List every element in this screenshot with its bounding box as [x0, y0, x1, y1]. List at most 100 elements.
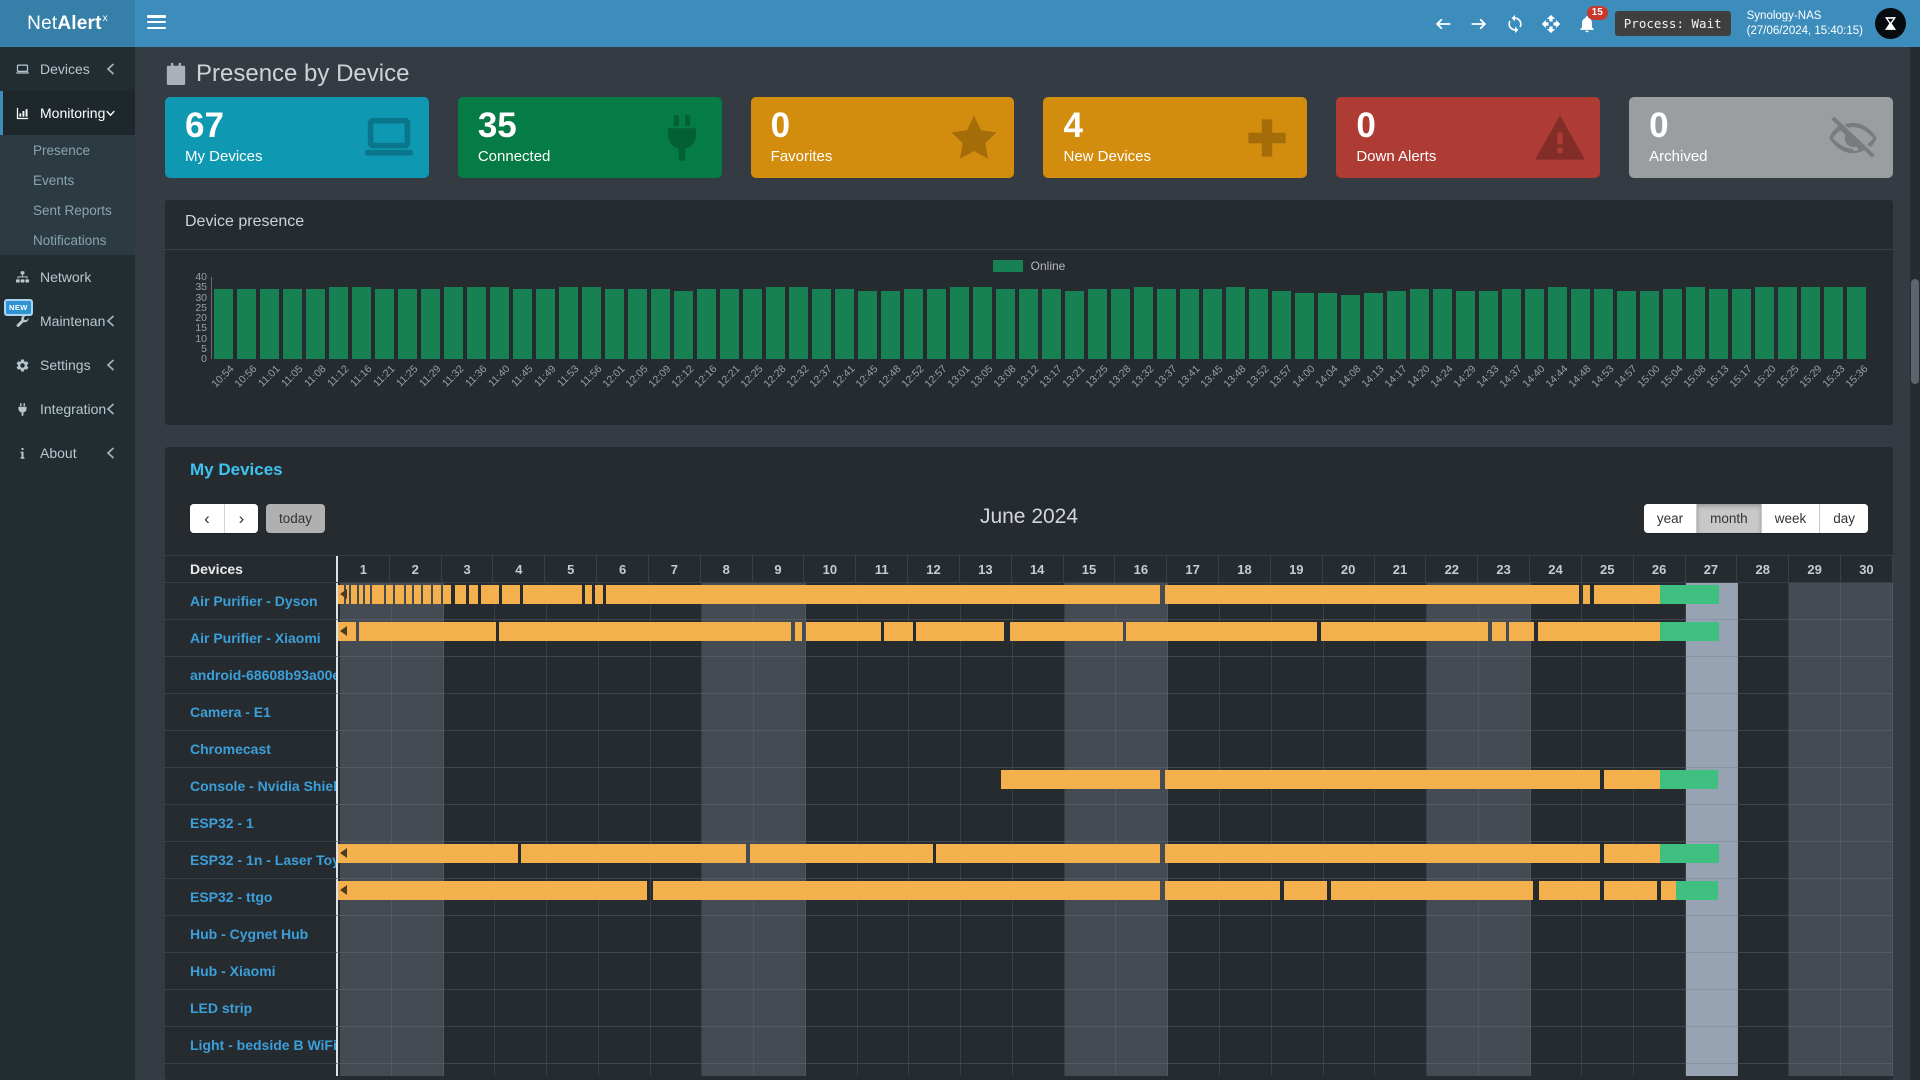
online-bar-segment[interactable] [1010, 622, 1123, 641]
online-bar-segment[interactable] [1126, 622, 1317, 641]
online-now-bar-segment[interactable] [1660, 844, 1720, 863]
online-bar-segment[interactable] [750, 844, 933, 863]
sidebar-toggle-icon[interactable] [147, 15, 166, 31]
device-name-link[interactable] [165, 1064, 338, 1076]
online-bar-segment[interactable] [585, 585, 592, 604]
page-scrollbar-thumb[interactable] [1911, 279, 1919, 384]
online-bar-segment[interactable] [1604, 844, 1660, 863]
back-icon[interactable] [1433, 14, 1453, 34]
app-logo[interactable]: NetAlertx [0, 0, 135, 47]
online-bar-segment[interactable] [1509, 622, 1534, 641]
stat-card-down-alerts[interactable]: 0Down Alerts [1336, 97, 1600, 178]
view-button-month[interactable]: month [1696, 504, 1761, 533]
stat-card-archived[interactable]: 0Archived [1629, 97, 1893, 178]
online-bar-segment[interactable] [1539, 881, 1599, 900]
stat-card-connected[interactable]: 35Connected [458, 97, 722, 178]
device-name-link[interactable]: Console - Nvidia Shield T [165, 768, 338, 805]
stat-card-new-devices[interactable]: 4New Devices [1043, 97, 1307, 178]
sidebar-item-devices[interactable]: Devices [0, 47, 135, 91]
online-bar-segment[interactable] [806, 622, 882, 641]
refresh-icon[interactable] [1505, 14, 1525, 34]
sidebar-item-settings[interactable]: Settings [0, 343, 135, 387]
forward-icon[interactable] [1469, 14, 1489, 34]
online-bar-segment[interactable] [469, 585, 478, 604]
online-bar-segment[interactable] [395, 585, 404, 604]
online-bar-segment[interactable] [1165, 881, 1280, 900]
online-now-bar-segment[interactable] [1676, 881, 1717, 900]
stat-card-favorites[interactable]: 0Favorites [751, 97, 1015, 178]
page-scrollbar[interactable] [1910, 47, 1920, 1080]
online-bar-segment[interactable] [1321, 622, 1488, 641]
online-bar-segment[interactable] [1001, 770, 1160, 789]
sidebar-item-monitoring[interactable]: Monitoring [0, 91, 135, 135]
device-name-link[interactable]: Hub - Xiaomi [165, 953, 338, 990]
bell-icon[interactable]: 15 [1577, 14, 1597, 34]
online-bar-segment[interactable] [1165, 585, 1579, 604]
online-bar-segment[interactable] [365, 585, 370, 604]
online-bar-segment[interactable] [359, 585, 363, 604]
device-name-link[interactable]: Air Purifier - Xiaomi [165, 620, 338, 657]
online-bar-segment[interactable] [386, 585, 393, 604]
sidebar-item-sent-reports[interactable]: Sent Reports [0, 195, 135, 225]
online-bar-segment[interactable] [884, 622, 913, 641]
sidebar-item-about[interactable]: About [0, 431, 135, 475]
online-bar-segment[interactable] [1661, 881, 1677, 900]
online-bar-segment[interactable] [406, 585, 411, 604]
user-avatar[interactable] [1875, 8, 1906, 39]
online-bar-segment[interactable] [1583, 585, 1590, 604]
online-bar-segment[interactable] [1604, 770, 1660, 789]
online-bar-segment[interactable] [1165, 770, 1600, 789]
view-button-day[interactable]: day [1819, 504, 1868, 533]
online-bar-segment[interactable] [338, 844, 518, 863]
device-name-link[interactable]: ESP32 - 1 [165, 805, 338, 842]
online-bar-segment[interactable] [1538, 622, 1659, 641]
online-bar-segment[interactable] [521, 844, 746, 863]
online-bar-segment[interactable] [1604, 881, 1657, 900]
online-now-bar-segment[interactable] [1660, 770, 1718, 789]
view-button-year[interactable]: year [1644, 504, 1696, 533]
online-bar-segment[interactable] [499, 622, 791, 641]
device-name-link[interactable]: Camera - E1 [165, 694, 338, 731]
device-name-link[interactable]: Air Purifier - Dyson [165, 583, 338, 620]
move-icon[interactable] [1541, 14, 1561, 34]
online-bar-segment[interactable] [1331, 881, 1533, 900]
device-name-link[interactable]: Hub - Cygnet Hub [165, 916, 338, 953]
online-bar-segment[interactable] [443, 585, 451, 604]
device-name-link[interactable]: android-68608b93a00e4 [165, 657, 338, 694]
online-bar-segment[interactable] [1492, 622, 1507, 641]
online-bar-segment[interactable] [372, 585, 383, 604]
online-bar-segment[interactable] [1594, 585, 1659, 604]
sidebar-item-presence[interactable]: Presence [0, 135, 135, 165]
view-button-week[interactable]: week [1761, 504, 1820, 533]
sidebar-item-events[interactable]: Events [0, 165, 135, 195]
sidebar-item-integrations[interactable]: Integrations [0, 387, 135, 431]
online-bar-segment[interactable] [502, 585, 521, 604]
online-bar-segment[interactable] [455, 585, 465, 604]
online-bar-segment[interactable] [795, 622, 802, 641]
online-bar-segment[interactable] [351, 585, 356, 604]
online-now-bar-segment[interactable] [1660, 622, 1720, 641]
online-now-bar-segment[interactable] [1660, 585, 1720, 604]
online-bar-segment[interactable] [523, 585, 582, 604]
online-bar-segment[interactable] [916, 622, 1003, 641]
device-name-link[interactable]: LED strip [165, 990, 338, 1027]
online-bar-segment[interactable] [595, 585, 603, 604]
online-bar-segment[interactable] [481, 585, 499, 604]
online-bar-segment[interactable] [606, 585, 1160, 604]
online-bar-segment[interactable] [653, 881, 1160, 900]
online-bar-segment[interactable] [414, 585, 421, 604]
online-bar-segment[interactable] [433, 585, 440, 604]
device-name-link[interactable]: Light - bedside B WiFi [165, 1027, 338, 1064]
online-bar-segment[interactable] [1165, 844, 1600, 863]
stat-card-my-devices[interactable]: 67My Devices [165, 97, 429, 178]
device-name-link[interactable]: ESP32 - ttgo [165, 879, 338, 916]
device-name-link[interactable]: ESP32 - 1n - Laser Toy [165, 842, 338, 879]
sidebar-item-notifications[interactable]: Notifications [0, 225, 135, 255]
online-bar-segment[interactable] [359, 622, 496, 641]
online-bar-segment[interactable] [423, 585, 431, 604]
sidebar-item-network[interactable]: Network [0, 255, 135, 299]
device-name-link[interactable]: Chromecast [165, 731, 338, 768]
online-bar-segment[interactable] [1284, 881, 1327, 900]
online-bar-segment[interactable] [338, 881, 647, 900]
online-bar-segment[interactable] [936, 844, 1160, 863]
